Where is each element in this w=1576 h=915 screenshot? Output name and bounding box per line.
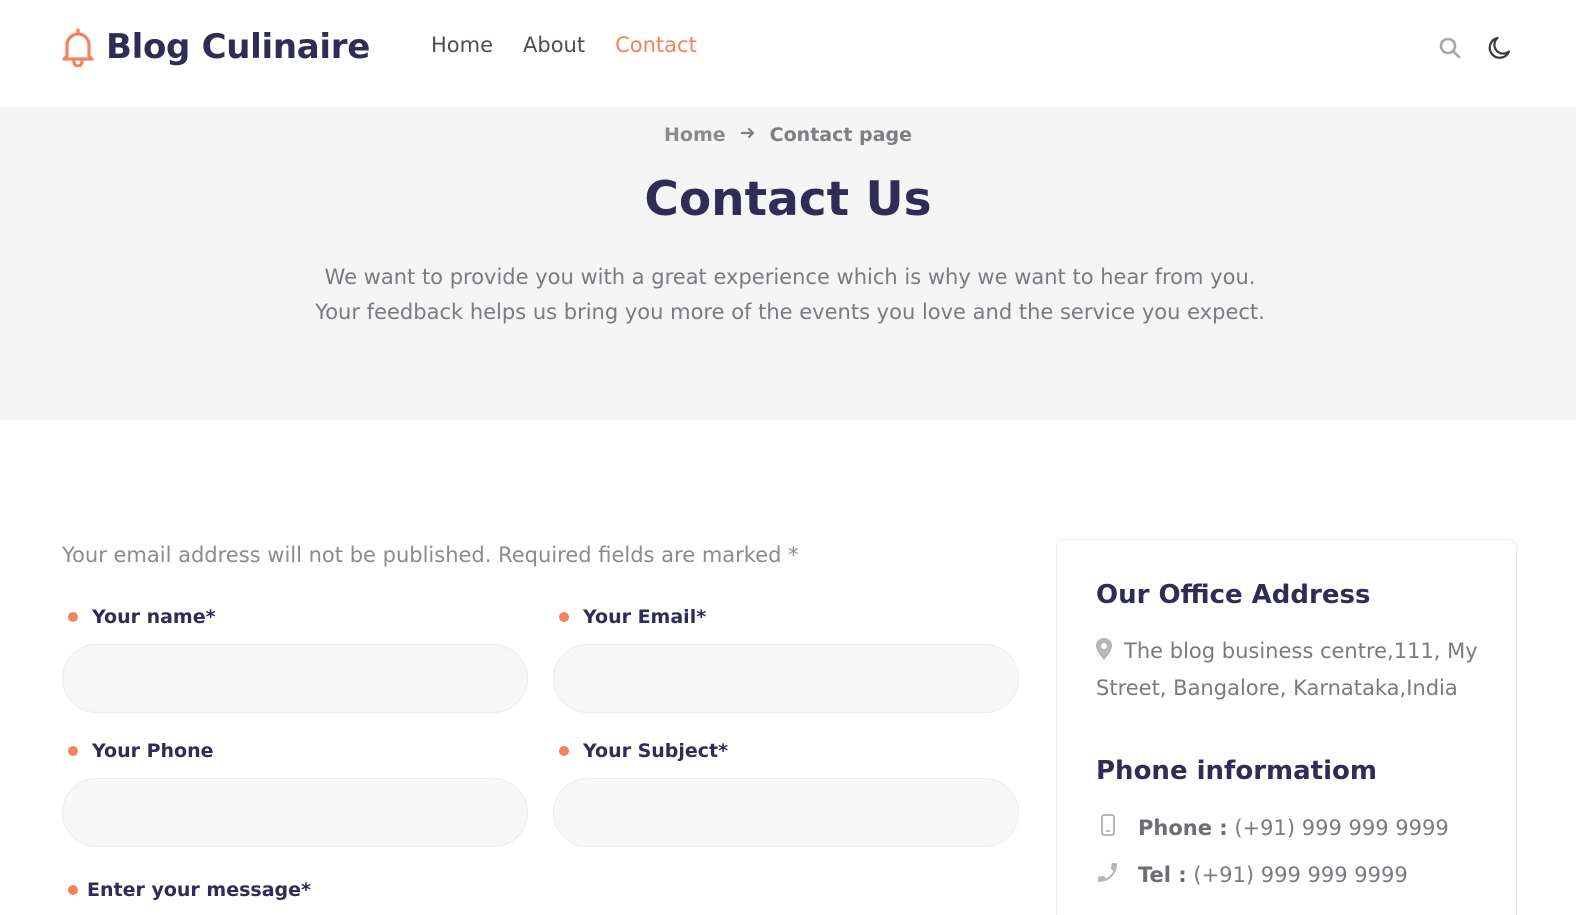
page-description: We want to provide you with a great expe… — [315, 265, 1265, 324]
arrow-right-icon — [740, 124, 756, 146]
site-header: Blog Culinaire Home About Contact — [0, 0, 1576, 106]
email-label: Your Email* — [559, 606, 706, 628]
message-label: Enter your message* — [68, 879, 311, 901]
phone-label-text: Your Phone — [92, 740, 214, 762]
phone-row: Phone : (+91) 999 999 9999 — [1096, 813, 1449, 842]
email-label-text: Your Email* — [583, 606, 707, 628]
main-nav: Home About Contact — [431, 33, 697, 57]
office-address: The blog business centre,111, My Street,… — [1096, 634, 1486, 706]
page-hero: Home Contact page Contact Us We want to … — [0, 106, 1576, 420]
dark-mode-moon-icon[interactable] — [1486, 34, 1514, 66]
message-label-text: Enter your message* — [87, 879, 311, 901]
bullet-dot-icon — [68, 746, 78, 756]
bell-icon — [60, 27, 96, 67]
phone-label: Phone : — [1138, 815, 1228, 840]
nav-contact[interactable]: Contact — [615, 33, 697, 57]
map-pin-icon — [1096, 636, 1112, 671]
mobile-phone-icon — [1096, 813, 1120, 842]
breadcrumb-current: Contact page — [769, 124, 912, 146]
bullet-dot-icon — [559, 746, 569, 756]
nav-about[interactable]: About — [523, 33, 585, 57]
phone-label: Your Phone — [68, 740, 214, 762]
bullet-dot-icon — [559, 612, 569, 622]
tel-row: Tel : (+91) 999 999 9999 — [1096, 860, 1408, 889]
phone-value[interactable]: (+91) 999 999 9999 — [1234, 816, 1448, 840]
breadcrumb-home[interactable]: Home — [664, 124, 726, 146]
telephone-handset-icon — [1096, 860, 1120, 889]
subject-field[interactable] — [553, 778, 1019, 847]
name-field[interactable] — [62, 644, 528, 713]
subject-label-text: Your Subject* — [583, 740, 729, 762]
brand-logo-link[interactable]: Blog Culinaire — [60, 27, 370, 67]
bullet-dot-icon — [68, 885, 78, 895]
tel-value[interactable]: (+91) 999 999 9999 — [1193, 863, 1407, 887]
office-address-title: Our Office Address — [1096, 580, 1371, 610]
email-field[interactable] — [553, 644, 1019, 713]
name-label: Your name* — [68, 606, 216, 628]
contact-info-card: Our Office Address The blog business cen… — [1056, 539, 1517, 915]
nav-home[interactable]: Home — [431, 33, 493, 57]
page-title: Contact Us — [644, 172, 932, 227]
tel-label: Tel : — [1138, 862, 1187, 887]
search-icon[interactable] — [1438, 36, 1462, 64]
phone-field[interactable] — [62, 778, 528, 847]
subject-label: Your Subject* — [559, 740, 728, 762]
header-actions — [1438, 34, 1514, 66]
breadcrumb: Home Contact page — [0, 124, 1576, 146]
form-note: Your email address will not be published… — [62, 543, 799, 567]
brand-name: Blog Culinaire — [106, 27, 370, 67]
phone-info-title: Phone informatiom — [1096, 756, 1377, 786]
bullet-dot-icon — [68, 612, 78, 622]
name-label-text: Your name* — [92, 606, 216, 628]
office-address-text: The blog business centre,111, My Street,… — [1096, 639, 1478, 700]
